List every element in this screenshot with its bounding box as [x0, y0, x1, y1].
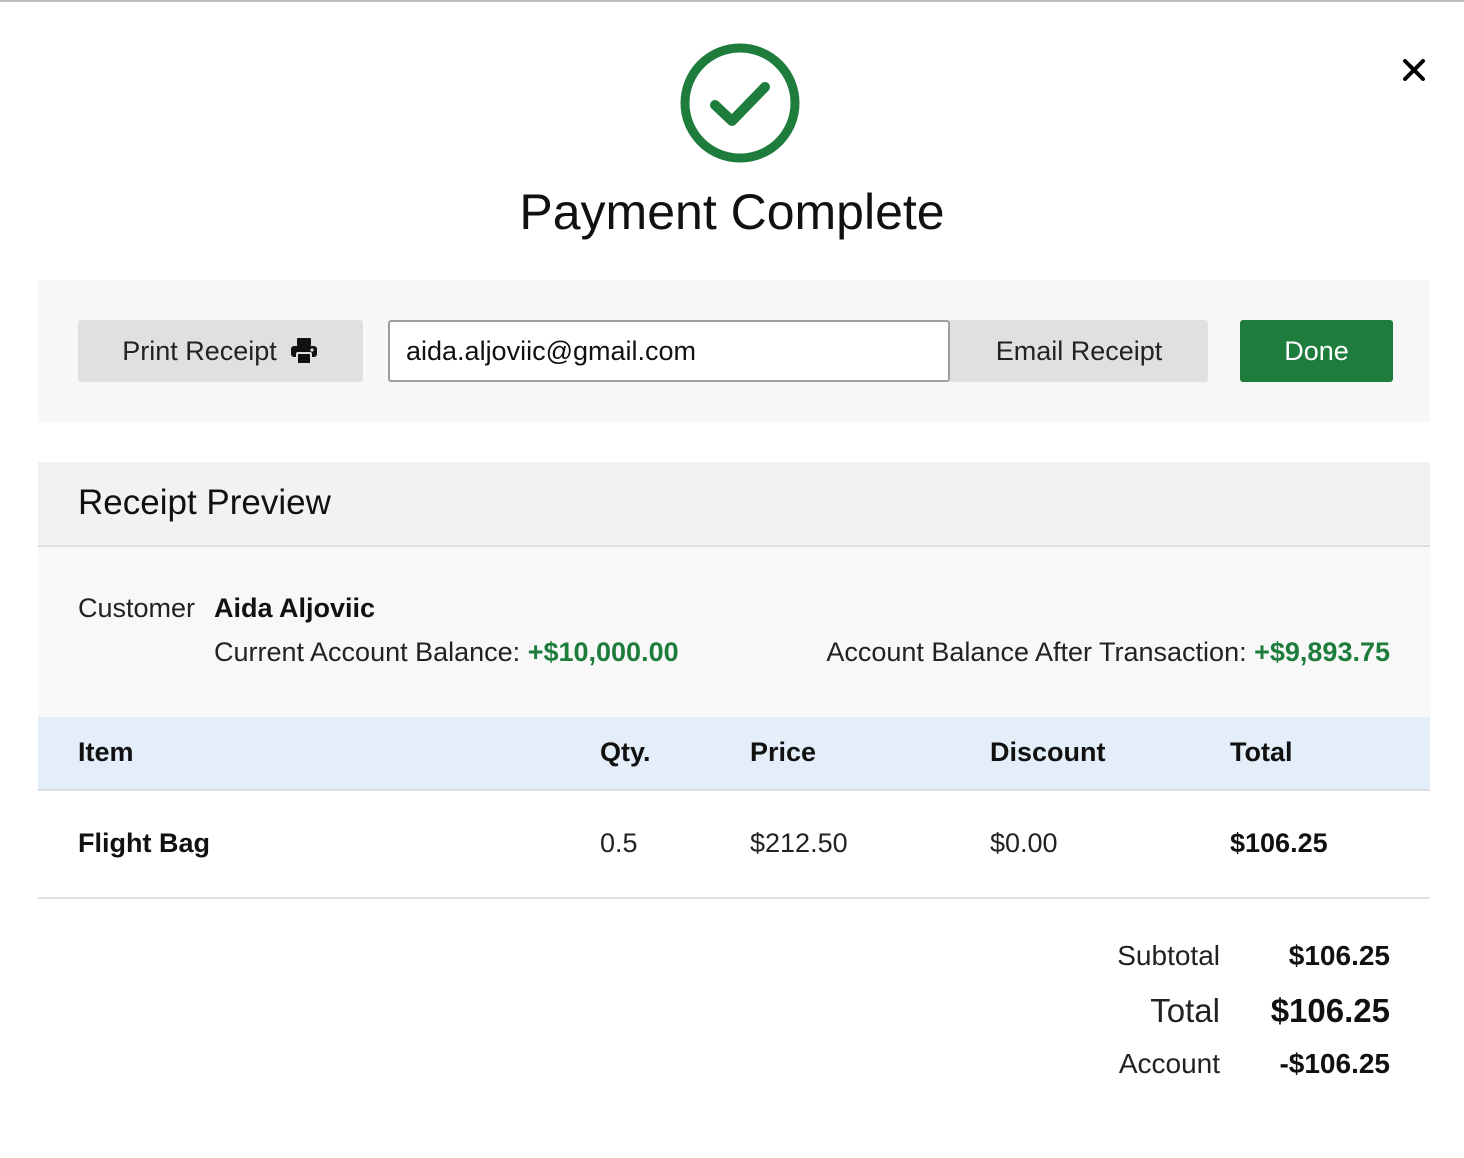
column-header-qty: Qty.: [600, 737, 651, 767]
payment-complete-modal: Payment Complete Print Receipt Email Rec…: [0, 0, 1464, 1158]
account-label: Account: [1118, 1048, 1220, 1079]
row-total: $106.25: [1230, 828, 1328, 858]
print-receipt-button[interactable]: Print Receipt: [78, 320, 363, 382]
table-header: Item Qty. Price Discount Total: [38, 717, 1430, 791]
column-header-total: Total: [1230, 737, 1293, 767]
row-price: $212.50: [750, 828, 848, 858]
column-header-discount: Discount: [990, 737, 1106, 767]
email-input[interactable]: [388, 320, 950, 382]
balance-after-transaction: Account Balance After Transaction: +$9,8…: [826, 637, 1390, 668]
current-balance-value: +$10,000.00: [527, 637, 679, 667]
close-button[interactable]: [1396, 52, 1432, 88]
customer-info: Customer Aida Aljoviic Current Account B…: [38, 547, 1430, 717]
printer-icon: [290, 338, 317, 365]
balance-after-value: +$9,893.75: [1254, 637, 1390, 667]
print-receipt-label: Print Receipt: [122, 335, 277, 366]
account-value: -$106.25: [1279, 1048, 1390, 1079]
receipt-preview-title: Receipt Preview: [78, 483, 331, 522]
subtotal-label: Subtotal: [1117, 940, 1220, 971]
email-receipt-button[interactable]: Email Receipt: [950, 320, 1208, 382]
row-discount: $0.00: [990, 828, 1058, 858]
customer-label: Customer: [78, 593, 196, 623]
receipt-preview-header: Receipt Preview: [38, 462, 1430, 547]
done-button[interactable]: Done: [1240, 320, 1393, 382]
column-header-price: Price: [750, 737, 817, 767]
current-balance-label: Current Account Balance:: [214, 637, 521, 667]
table-row: Flight Bag 0.5 $212.50 $0.00 $106.25: [38, 791, 1430, 899]
column-header-item: Item: [78, 737, 134, 767]
row-qty: 0.5: [600, 828, 638, 858]
customer-name: Aida Aljoviic: [214, 593, 376, 623]
receipt-actions-bar: Print Receipt Email Receipt Done: [38, 280, 1430, 422]
close-icon: [1403, 59, 1425, 81]
current-balance: Current Account Balance: +$10,000.00: [214, 637, 679, 668]
row-item: Flight Bag: [78, 828, 210, 858]
total-label: Total: [1150, 992, 1220, 1029]
subtotal-value: $106.25: [1288, 940, 1390, 971]
balance-after-label: Account Balance After Transaction:: [826, 637, 1247, 667]
page-title: Payment Complete: [519, 184, 945, 240]
check-circle-icon: [680, 43, 800, 163]
total-value: $106.25: [1270, 992, 1390, 1029]
